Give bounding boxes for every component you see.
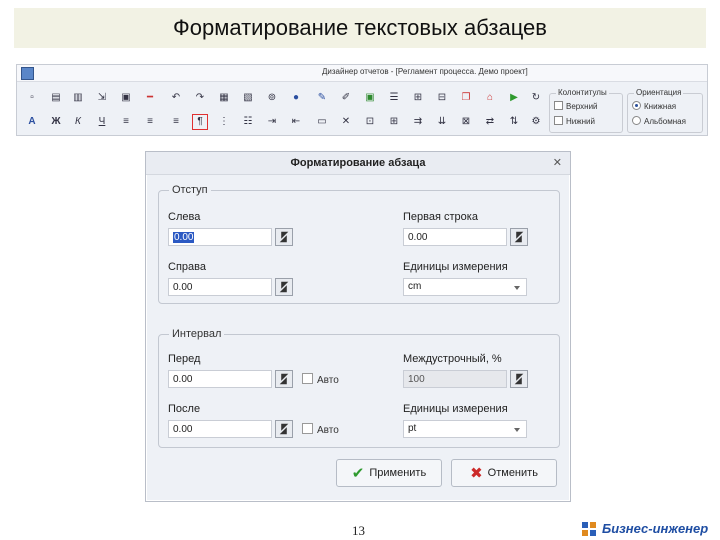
orientation-group: Ориентация Книжная Альбомная [627, 88, 703, 133]
landscape-radio[interactable]: Альбомная [632, 116, 686, 126]
app-icon [21, 67, 34, 80]
paste-icon[interactable]: ⌂ [483, 91, 497, 105]
left-indent-input[interactable]: 0.00 [168, 228, 272, 246]
table-border-icon[interactable]: ☰ [387, 91, 401, 105]
dialog-titlebar: Форматирование абзаца ✕ [146, 152, 570, 175]
cancel-button[interactable]: ✖ Отменить [451, 459, 557, 487]
brand-logo-icon [582, 522, 598, 537]
font-color-icon[interactable]: A [25, 115, 39, 129]
before-input[interactable]: 0.00 [168, 370, 272, 388]
print-icon[interactable]: ▣ [119, 91, 133, 105]
frame-icon[interactable]: ▣ [363, 91, 377, 105]
after-spinner[interactable] [275, 420, 293, 438]
app-titlebar: Дизайнер отчетов - [Регламент процесса. … [17, 65, 707, 82]
open-icon[interactable]: ▤ [49, 91, 63, 105]
bold-icon[interactable]: Ж [49, 115, 63, 129]
left-indent-label: Слева [168, 211, 201, 223]
indent-legend: Отступ [169, 184, 211, 196]
variables-icon[interactable]: ⊚ [265, 91, 279, 105]
link-icon[interactable]: ✕ [339, 115, 353, 129]
header-checkbox[interactable]: Верхний [554, 101, 598, 111]
indent-group: Отступ Слева 0.00 Первая строка 0.00 Спр… [158, 184, 560, 304]
move-icon[interactable]: ⇄ [483, 115, 497, 129]
delete-icon[interactable]: ━ [143, 91, 157, 105]
table-insert-icon[interactable]: ⊟ [435, 91, 449, 105]
line-spacing-spinner[interactable] [510, 370, 528, 388]
indent-units-label: Единицы измерения [403, 261, 508, 273]
after-input[interactable]: 0.00 [168, 420, 272, 438]
footer-checkbox[interactable]: Нижний [554, 116, 595, 126]
line-spacing-label: Междустрочный, % [403, 353, 502, 365]
insert-chart-icon[interactable]: ▧ [241, 91, 255, 105]
settings-icon[interactable]: ⚙ [529, 115, 543, 129]
right-indent-input[interactable]: 0.00 [168, 278, 272, 296]
before-spinner[interactable] [275, 370, 293, 388]
checkmark-icon: ✔ [351, 465, 365, 482]
orientation-title: Ориентация [634, 88, 684, 97]
line-spacing-input[interactable]: 100 [403, 370, 507, 388]
header-footer-title: Колонтитулы [556, 88, 609, 97]
interval-legend: Интервал [169, 328, 225, 340]
portrait-radio[interactable]: Книжная [632, 101, 676, 111]
indent-icon[interactable]: ⇥ [265, 115, 279, 129]
after-label: После [168, 403, 201, 415]
import-icon[interactable]: ⇲ [95, 91, 109, 105]
outdent-icon[interactable]: ⇤ [289, 115, 303, 129]
resize-icon[interactable]: ⇅ [507, 115, 521, 129]
right-indent-label: Справа [168, 261, 206, 273]
before-auto-checkbox[interactable]: Авто [302, 373, 339, 386]
indent-units-select[interactable]: cm [403, 278, 527, 296]
align-left-icon[interactable]: ≡ [119, 115, 133, 129]
first-line-spinner[interactable] [510, 228, 528, 246]
close-icon[interactable]: ✕ [553, 156, 562, 169]
left-indent-spinner[interactable] [275, 228, 293, 246]
brush-icon[interactable]: ✐ [339, 91, 353, 105]
redo-icon[interactable]: ↷ [193, 91, 207, 105]
interval-units-select[interactable]: pt [403, 420, 527, 438]
after-auto-checkbox[interactable]: Авто [302, 423, 339, 436]
paragraph-format-icon[interactable]: ¶ [192, 114, 208, 130]
object-icon[interactable]: ● [289, 91, 303, 105]
page-number: 13 [352, 523, 365, 538]
header-footer-group: Колонтитулы Верхний Нижний [549, 88, 623, 133]
underline-icon[interactable]: Ч [95, 115, 109, 129]
insert-image-icon[interactable]: ▦ [217, 91, 231, 105]
numbered-list-icon[interactable]: ⋮ [217, 115, 231, 129]
run-icon[interactable]: ▶ [507, 91, 521, 105]
interval-units-label: Единицы измерения [403, 403, 508, 415]
copy-icon[interactable]: ❐ [459, 91, 473, 105]
brand-name: Бизнес-инженер [602, 521, 709, 536]
pen-icon[interactable]: ✎ [315, 91, 329, 105]
align-center-icon[interactable]: ≡ [143, 115, 157, 129]
dialog-title: Форматирование абзаца [290, 157, 426, 169]
merge-cells-icon[interactable]: ⊡ [363, 115, 377, 129]
apply-button[interactable]: ✔ Применить [336, 459, 442, 487]
cross-icon: ✖ [470, 465, 483, 482]
italic-icon[interactable]: К [71, 115, 85, 129]
table-grid-icon[interactable]: ⊞ [411, 91, 425, 105]
highlight-icon[interactable]: ▭ [315, 115, 329, 129]
refresh-icon[interactable]: ↻ [529, 91, 543, 105]
insert-row-icon[interactable]: ⇉ [411, 115, 425, 129]
undo-icon[interactable]: ↶ [169, 91, 183, 105]
app-window-title: Дизайнер отчетов - [Регламент процесса. … [322, 67, 528, 76]
first-line-label: Первая строка [403, 211, 478, 223]
split-cells-icon[interactable]: ⊞ [387, 115, 401, 129]
right-indent-spinner[interactable] [275, 278, 293, 296]
paragraph-format-dialog: Форматирование абзаца ✕ Отступ Слева 0.0… [145, 151, 571, 502]
slide-title: Форматирование текстовых абзацев [14, 8, 706, 48]
report-designer-window: Дизайнер отчетов - [Регламент процесса. … [16, 64, 708, 136]
before-label: Перед [168, 353, 201, 365]
align-right-icon[interactable]: ≡ [169, 115, 183, 129]
first-line-input[interactable]: 0.00 [403, 228, 507, 246]
chevron-down-icon [514, 286, 520, 290]
chevron-down-icon [514, 428, 520, 432]
save-as-icon[interactable]: ▥ [71, 91, 85, 105]
interval-group: Интервал Перед 0.00 Авто Междустрочный, … [158, 328, 560, 448]
insert-column-icon[interactable]: ⇊ [435, 115, 449, 129]
bullet-list-icon[interactable]: ☷ [241, 115, 255, 129]
delete-row-icon[interactable]: ⊠ [459, 115, 473, 129]
new-document-icon[interactable]: ▫ [25, 91, 39, 105]
